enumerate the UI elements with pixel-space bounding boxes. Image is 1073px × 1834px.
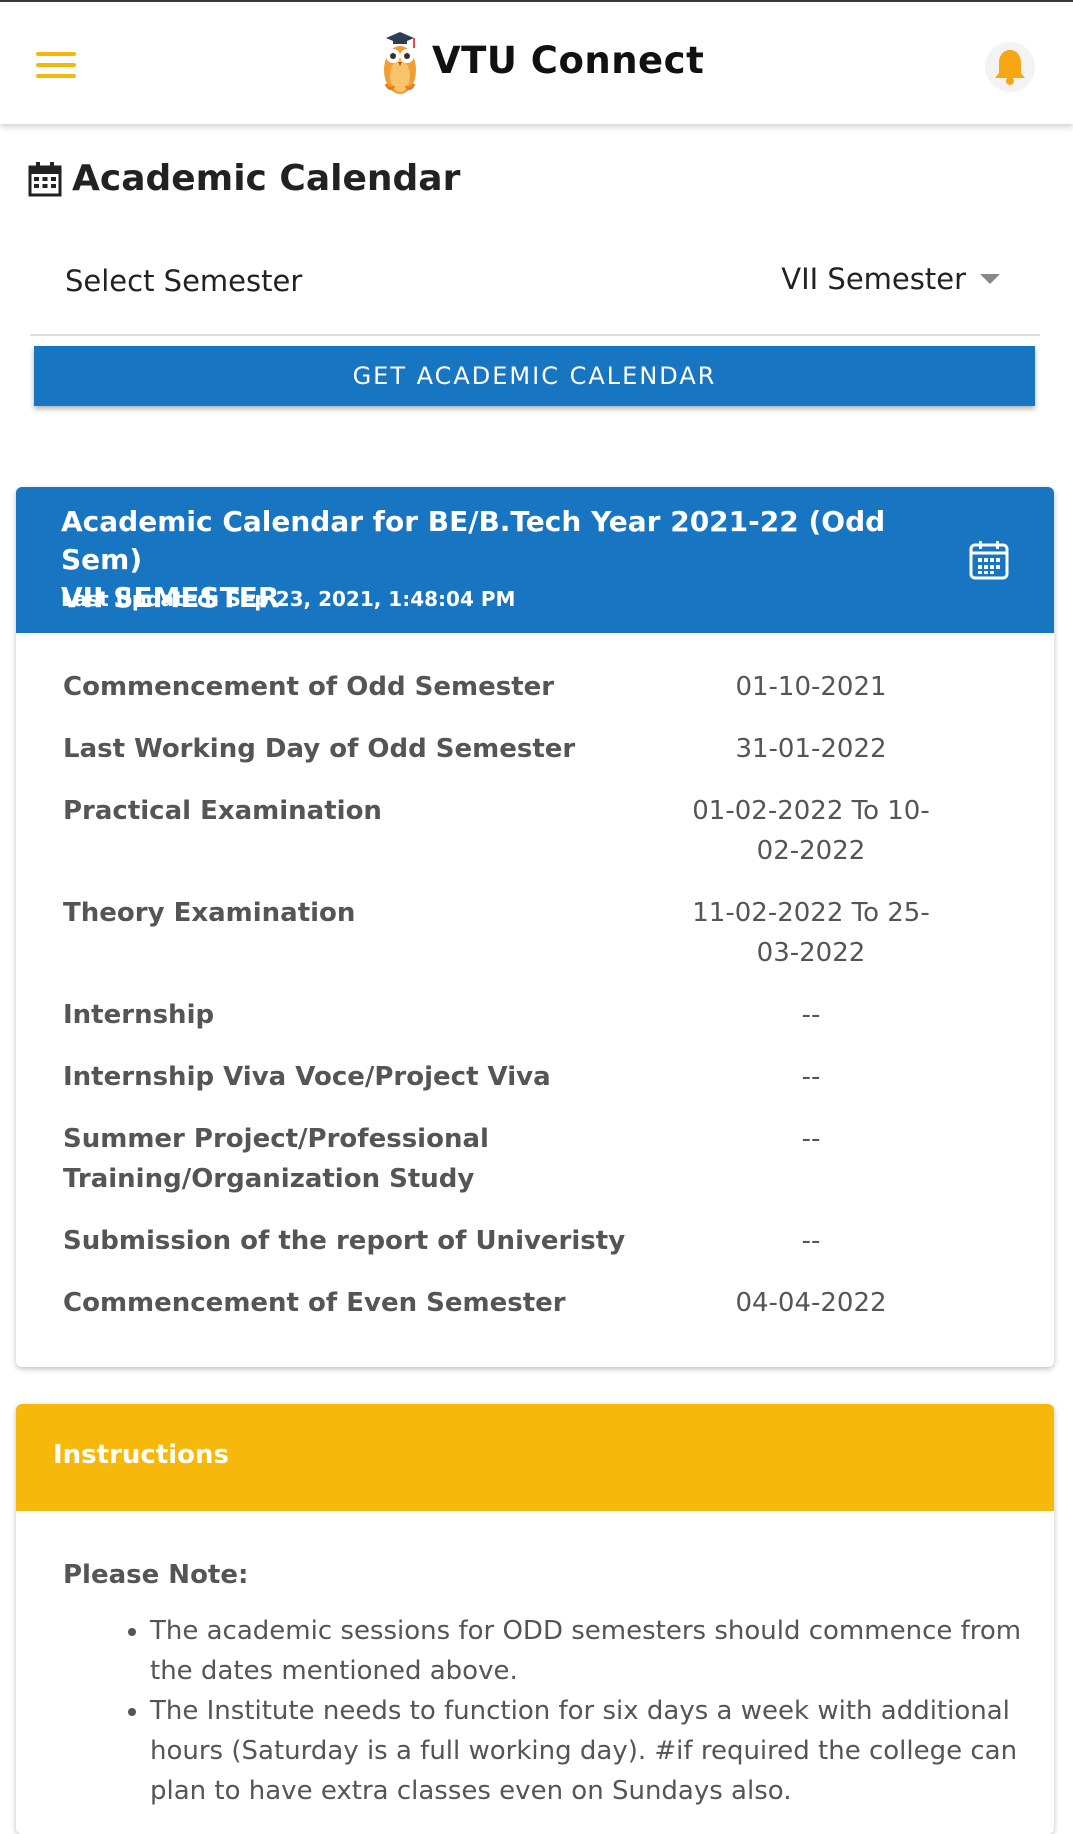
top-app-bar: VTU Connect [0,0,1073,124]
page-title: Academic Calendar [28,158,460,199]
table-row: Internship -- [16,995,1054,1035]
table-row: Submission of the report of Univeristy -… [16,1221,1054,1261]
semester-select-label: Select Semester [65,264,303,298]
table-row: Last Working Day of Odd Semester 31-01-2… [16,729,1054,769]
calendar-rows: Commencement of Odd Semester 01-10-2021 … [16,667,1054,1345]
row-value: 11-02-2022 To 25-03-2022 [692,898,930,968]
page-title-text: Academic Calendar [72,158,461,199]
instructions-title: Instructions [53,1440,230,1470]
table-row: Commencement of Odd Semester 01-10-2021 [16,667,1054,707]
row-label: Theory Examination [63,898,356,928]
table-row: Theory Examination 11-02-2022 To 25-03-2… [16,893,1054,973]
instructions-list: The academic sessions for ODD semesters … [112,1611,1050,1811]
bell-icon [995,50,1025,85]
row-value: 01-10-2021 [735,672,887,702]
instructions-header: Instructions [16,1404,1054,1511]
table-row: Internship Viva Voce/Project Viva -- [16,1057,1054,1097]
calendar-grid-icon [28,161,62,196]
row-value: 04-04-2022 [735,1288,887,1318]
calendar-title-line1: Academic Calendar for BE/B.Tech Year 202… [61,505,886,576]
row-label: Last Working Day of Odd Semester [63,734,576,764]
please-note-title: Please Note: [63,1560,249,1590]
semester-select[interactable]: Select Semester VII Semester [30,250,1040,336]
table-row: Commencement of Even Semester 04-04-2022 [16,1283,1054,1323]
list-item: The academic sessions for ODD semesters … [150,1611,1050,1691]
row-label: Commencement of Even Semester [63,1288,566,1318]
instructions-card: Instructions Please Note: The academic s… [16,1404,1054,1834]
row-value: -- [801,1226,821,1256]
row-label: Internship Viva Voce/Project Viva [63,1062,551,1092]
table-row: Summer Project/Professional Training/Org… [16,1119,1054,1199]
row-value: -- [801,1000,821,1030]
app-title: VTU Connect [432,38,705,82]
row-label: Practical Examination [63,796,382,826]
chevron-down-icon [980,274,1000,284]
list-item: The Institute needs to function for six … [150,1691,1050,1811]
row-value: -- [801,1062,821,1092]
row-value: -- [801,1124,821,1154]
row-label: Commencement of Odd Semester [63,672,555,702]
brand: VTU Connect [380,20,704,100]
last-updated-text: Last Updated: Sep 23, 2021, 1:48:04 PM [61,587,516,611]
notification-bell-icon[interactable] [985,42,1035,92]
row-label: Internship [63,1000,215,1030]
row-value: 01-02-2022 To 10-02-2022 [692,796,930,866]
row-value: 31-01-2022 [735,734,887,764]
row-label: Submission of the report of Univeristy [63,1226,626,1256]
table-row: Practical Examination 01-02-2022 To 10-0… [16,791,1054,871]
calendar-card: Academic Calendar for BE/B.Tech Year 202… [16,487,1054,1367]
calendar-card-header: Academic Calendar for BE/B.Tech Year 202… [16,487,1054,633]
hamburger-menu-icon[interactable] [36,52,76,78]
owl-logo-icon [384,32,416,94]
semester-select-value[interactable]: VII Semester [781,262,1000,296]
semester-selected-text: VII Semester [781,262,966,296]
get-academic-calendar-button[interactable]: GET ACADEMIC CALENDAR [34,346,1035,406]
calendar-icon[interactable] [968,539,1010,581]
row-label: Summer Project/Professional Training/Org… [63,1124,489,1194]
